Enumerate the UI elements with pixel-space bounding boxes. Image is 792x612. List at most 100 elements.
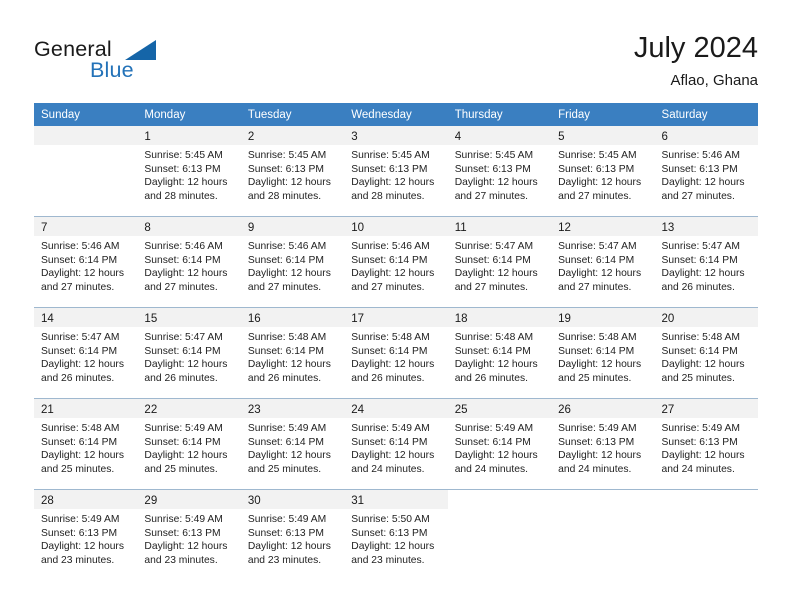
calendar-day-cell[interactable]: 28 Sunrise: 5:49 AM Sunset: 6:13 PM Dayligh…	[34, 489, 138, 580]
day-sun-info: Sunrise: 5:49 AM Sunset: 6:13 PM Daylight:…	[241, 509, 344, 567]
calendar-day-cell[interactable]: 24 Sunrise: 5:49 AM Sunset: 6:14 PM Dayligh…	[344, 398, 448, 490]
calendar-day-cell[interactable]: 18 Sunrise: 5:48 AM Sunset: 6:14 PM Dayligh…	[447, 307, 552, 399]
calendar-page: General Blue July 2024 Aflao, Ghana Sund…	[0, 0, 792, 612]
day-number: 6	[661, 131, 668, 143]
day-cell-content: 23 Sunrise: 5:49 AM Sunset: 6:14 PM Dayligh…	[240, 399, 345, 489]
daylight-text-line2: and 27 minutes.	[454, 281, 528, 293]
calendar-day-cell[interactable]: 4 Sunrise: 5:45 AM Sunset: 6:13 PM Daylight…	[447, 126, 552, 217]
sunset-text: Sunset: 6:13 PM	[661, 436, 738, 448]
calendar-day-cell[interactable]: 19 Sunrise: 5:48 AM Sunset: 6:14 PM Dayligh…	[551, 307, 655, 399]
calendar-day-cell[interactable]: 29 Sunrise: 5:49 AM Sunset: 6:13 PM Dayligh…	[137, 489, 241, 580]
sunrise-text: Sunrise: 5:49 AM	[351, 423, 430, 434]
day-cell-content: 7 Sunrise: 5:46 AM Sunset: 6:14 PM Daylight…	[34, 217, 138, 307]
calendar-day-cell[interactable]: 11 Sunrise: 5:47 AM Sunset: 6:14 PM Dayligh…	[447, 216, 552, 308]
daylight-text-line1: Daylight: 12 hours	[558, 359, 642, 371]
day-cell-content: 8 Sunrise: 5:46 AM Sunset: 6:14 PM Daylight…	[137, 217, 241, 307]
calendar-day-cell[interactable]: 5 Sunrise: 5:45 AM Sunset: 6:13 PM Daylight…	[551, 126, 655, 217]
daylight-text-line1: Daylight: 12 hours	[144, 450, 228, 462]
sunrise-text: Sunrise: 5:46 AM	[661, 150, 740, 161]
day-cell-content: 13 Sunrise: 5:47 AM Sunset: 6:14 PM Dayligh…	[654, 217, 758, 307]
daylight-text-line1: Daylight: 12 hours	[144, 268, 228, 280]
sunset-text: Sunset: 6:13 PM	[351, 163, 428, 175]
calendar-day-cell[interactable]: 31 Sunrise: 5:50 AM Sunset: 6:13 PM Dayligh…	[344, 489, 448, 580]
sunrise-text: Sunrise: 5:49 AM	[247, 423, 327, 434]
day-number: 10	[351, 222, 365, 234]
day-number: 7	[41, 222, 48, 234]
day-number: 3	[351, 131, 358, 143]
calendar-day-cell[interactable]: 16 Sunrise: 5:48 AM Sunset: 6:14 PM Dayligh…	[240, 307, 345, 399]
day-number: 19	[558, 313, 571, 325]
calendar-day-cell[interactable]: 8 Sunrise: 5:46 AM Sunset: 6:14 PM Daylight…	[137, 216, 241, 308]
daylight-text-line2: and 27 minutes.	[144, 281, 218, 293]
day-number: 25	[454, 404, 468, 416]
day-cell-content: 27 Sunrise: 5:49 AM Sunset: 6:13 PM Dayligh…	[654, 399, 758, 489]
day-cell-content: 26 Sunrise: 5:49 AM Sunset: 6:13 PM Dayligh…	[551, 399, 655, 489]
calendar-day-cell[interactable]: 15 Sunrise: 5:47 AM Sunset: 6:14 PM Dayligh…	[137, 307, 241, 399]
calendar-week-row: 14 Sunrise: 5:47 AM Sunset: 6:14 PM Dayligh…	[34, 307, 758, 399]
day-sun-info: Sunrise: 5:49 AM Sunset: 6:13 PM Daylight:…	[655, 418, 758, 476]
day-number: 15	[144, 313, 158, 325]
sunset-text: Sunset: 6:14 PM	[454, 345, 531, 357]
day-sun-info: Sunrise: 5:47 AM Sunset: 6:14 PM Daylight:…	[34, 327, 137, 385]
day-number-band: 9	[240, 217, 345, 236]
day-number: 30	[247, 495, 261, 507]
day-sun-info: Sunrise: 5:46 AM Sunset: 6:14 PM Daylight:…	[344, 236, 447, 294]
day-sun-info: Sunrise: 5:50 AM Sunset: 6:13 PM Daylight:…	[344, 509, 447, 567]
daylight-text-line1: Daylight: 12 hours	[41, 541, 124, 553]
day-sun-info: Sunrise: 5:45 AM Sunset: 6:13 PM Daylight:…	[551, 145, 654, 203]
calendar-day-cell[interactable]: 2 Sunrise: 5:45 AM Sunset: 6:13 PM Daylight…	[240, 126, 345, 217]
daylight-text-line2: and 26 minutes.	[454, 372, 528, 384]
calendar-day-cell[interactable]: 17 Sunrise: 5:48 AM Sunset: 6:14 PM Dayligh…	[344, 307, 448, 399]
sunset-text: Sunset: 6:14 PM	[351, 345, 428, 357]
day-number: 4	[454, 131, 462, 143]
calendar-day-cell[interactable]: 25 Sunrise: 5:49 AM Sunset: 6:14 PM Dayligh…	[447, 398, 552, 490]
day-number-band: 20	[654, 308, 758, 327]
daylight-text-line2: and 28 minutes.	[247, 190, 322, 202]
day-number-band: 2	[240, 126, 345, 145]
day-cell-content: 19 Sunrise: 5:48 AM Sunset: 6:14 PM Dayligh…	[551, 308, 655, 398]
calendar-day-cell[interactable]: 7 Sunrise: 5:46 AM Sunset: 6:14 PM Daylight…	[34, 216, 138, 308]
calendar-day-cell[interactable]: 1 Sunrise: 5:45 AM Sunset: 6:13 PM Daylight…	[137, 126, 241, 217]
calendar-day-cell[interactable]: 3 Sunrise: 5:45 AM Sunset: 6:13 PM Daylight…	[344, 126, 448, 217]
daylight-text-line2: and 25 minutes.	[247, 463, 322, 475]
day-number-band: 12	[551, 217, 655, 236]
calendar-day-cell[interactable]: 22 Sunrise: 5:49 AM Sunset: 6:14 PM Dayligh…	[137, 398, 241, 490]
calendar-day-cell[interactable]: 12 Sunrise: 5:47 AM Sunset: 6:14 PM Dayligh…	[551, 216, 655, 308]
sunset-text: Sunset: 6:14 PM	[144, 345, 221, 357]
calendar-day-cell[interactable]: 30 Sunrise: 5:49 AM Sunset: 6:13 PM Dayligh…	[240, 489, 345, 580]
sunset-text: Sunset: 6:14 PM	[41, 254, 118, 266]
calendar-day-cell[interactable]: 21 Sunrise: 5:48 AM Sunset: 6:14 PM Dayligh…	[34, 398, 138, 490]
day-sun-info: Sunrise: 5:45 AM Sunset: 6:13 PM Daylight:…	[448, 145, 551, 203]
day-cell-content: 15 Sunrise: 5:47 AM Sunset: 6:14 PM Dayligh…	[137, 308, 241, 398]
day-number-band: 15	[137, 308, 241, 327]
sunset-text: Sunset: 6:13 PM	[247, 163, 324, 175]
daylight-text-line1: Daylight: 12 hours	[351, 359, 435, 371]
calendar-day-cell[interactable]: 20 Sunrise: 5:48 AM Sunset: 6:14 PM Dayligh…	[654, 307, 758, 399]
calendar-day-cell[interactable]	[34, 126, 138, 217]
calendar-week-row: 1 Sunrise: 5:45 AM Sunset: 6:13 PM Daylight…	[34, 126, 758, 217]
calendar-day-cell[interactable]: 14 Sunrise: 5:47 AM Sunset: 6:14 PM Dayligh…	[34, 307, 138, 399]
calendar-week-row: 7 Sunrise: 5:46 AM Sunset: 6:14 PM Daylight…	[34, 216, 758, 308]
calendar-day-cell[interactable]: 10 Sunrise: 5:46 AM Sunset: 6:14 PM Dayligh…	[344, 216, 448, 308]
daylight-text-line1: Daylight: 12 hours	[661, 450, 745, 462]
calendar-day-cell[interactable]: 27 Sunrise: 5:49 AM Sunset: 6:13 PM Dayligh…	[654, 398, 758, 490]
day-sun-info: Sunrise: 5:45 AM Sunset: 6:13 PM Daylight:…	[344, 145, 447, 203]
day-number: 20	[661, 313, 675, 325]
calendar-day-cell[interactable]: 26 Sunrise: 5:49 AM Sunset: 6:13 PM Dayligh…	[551, 398, 655, 490]
calendar-day-cell[interactable]: 23 Sunrise: 5:49 AM Sunset: 6:14 PM Dayligh…	[240, 398, 345, 490]
calendar-day-cell[interactable]: 9 Sunrise: 5:46 AM Sunset: 6:14 PM Daylight…	[240, 216, 345, 308]
sunrise-text: Sunrise: 5:48 AM	[247, 332, 327, 343]
calendar-day-cell[interactable]: 13 Sunrise: 5:47 AM Sunset: 6:14 PM Dayligh…	[654, 216, 758, 308]
day-sun-info: Sunrise: 5:49 AM Sunset: 6:13 PM Daylight:…	[34, 509, 137, 567]
sunset-text: Sunset: 6:14 PM	[41, 436, 118, 448]
day-cell-content: 30 Sunrise: 5:49 AM Sunset: 6:13 PM Dayligh…	[240, 490, 345, 580]
day-number: 16	[247, 313, 261, 325]
day-number: 17	[351, 313, 365, 325]
day-number: 8	[144, 222, 151, 234]
daylight-text-line1: Daylight: 12 hours	[558, 268, 642, 280]
calendar-day-cell[interactable]: 6 Sunrise: 5:46 AM Sunset: 6:13 PM Daylight…	[654, 126, 758, 217]
sunrise-text: Sunrise: 5:45 AM	[454, 150, 534, 161]
general-blue-logo[interactable]: General Blue	[34, 37, 234, 92]
day-cell-content: 31 Sunrise: 5:50 AM Sunset: 6:13 PM Dayligh…	[344, 490, 448, 580]
day-cell-content: 9 Sunrise: 5:46 AM Sunset: 6:14 PM Daylight…	[240, 217, 345, 307]
